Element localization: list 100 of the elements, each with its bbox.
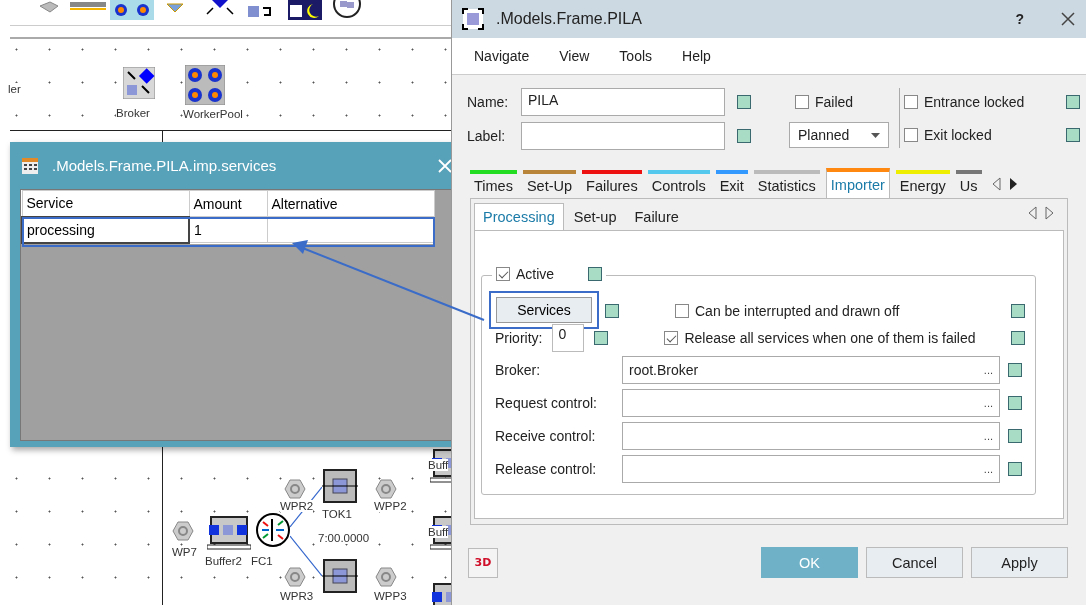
inherit-toggle[interactable]	[1008, 462, 1022, 476]
arrows-icon[interactable]	[205, 0, 235, 16]
menu-item[interactable]: Help	[670, 48, 723, 64]
object-label: WPR3	[280, 590, 314, 602]
reference-field[interactable]: ...	[622, 455, 1000, 483]
inherit-toggle[interactable]	[1011, 304, 1025, 318]
scroll-left-icon[interactable]	[1028, 206, 1037, 220]
reference-field[interactable]: ...	[622, 422, 1000, 450]
checkbox-label: Can be interrupted and drawn off	[695, 303, 900, 319]
worker-pick-icon	[375, 478, 397, 500]
broker-icon	[123, 67, 155, 99]
browse-button[interactable]: ...	[983, 397, 993, 409]
worker-pool-icon[interactable]	[110, 0, 154, 20]
field-label: Name:	[467, 94, 510, 111]
menu-item[interactable]: Tools	[607, 48, 665, 64]
field-label: Label:	[467, 127, 507, 144]
worker-pool-icon	[185, 65, 225, 105]
checkbox[interactable]	[904, 128, 918, 142]
checkbox-label: Exit locked	[924, 127, 992, 143]
inherit-toggle[interactable]	[737, 95, 751, 110]
checkbox[interactable]	[904, 95, 918, 109]
inherit-toggle[interactable]	[1008, 396, 1022, 410]
field-label: Broker:	[495, 362, 542, 378]
priority-field[interactable]: 0	[552, 324, 585, 352]
field-label: Priority:	[495, 330, 543, 346]
help-button[interactable]: ?	[1015, 11, 1024, 27]
checkbox[interactable]	[496, 267, 510, 281]
subtab[interactable]: Set-up	[565, 204, 625, 230]
object-label: TOK1	[322, 508, 352, 520]
column-header[interactable]: Amount	[189, 190, 267, 217]
scroll-left-icon[interactable]	[991, 177, 1001, 191]
station-icon	[322, 468, 358, 504]
worker-pick-icon	[375, 566, 397, 588]
object-label: WorkerPool	[183, 108, 243, 120]
checkbox[interactable]	[795, 95, 809, 109]
station-icon	[322, 558, 358, 594]
field-label: Request control:	[495, 395, 598, 411]
inherit-toggle[interactable]	[1066, 95, 1080, 109]
inherit-toggle[interactable]	[1008, 429, 1022, 443]
square-icon[interactable]	[248, 4, 272, 19]
window-title: .Models.Frame.PILA	[496, 10, 643, 28]
checkbox-label: Failed	[815, 94, 854, 110]
bar-icon[interactable]	[70, 0, 106, 12]
menu-item[interactable]: Navigate	[462, 48, 542, 64]
inherit-toggle[interactable]	[1008, 363, 1022, 377]
checkbox-label: Active	[516, 266, 555, 282]
table-icon	[22, 157, 38, 174]
status-dropdown[interactable]: Planned	[789, 122, 889, 148]
buffer-icon	[430, 582, 452, 605]
object-label: Buffer2	[205, 555, 242, 567]
browse-button[interactable]: ...	[983, 430, 993, 442]
browse-button[interactable]: ...	[983, 463, 993, 475]
label-field[interactable]	[521, 121, 725, 150]
inherit-toggle[interactable]	[605, 304, 619, 318]
object-label: Buff	[428, 459, 449, 471]
object-label: WP7	[172, 546, 197, 558]
tab[interactable]: Importer	[825, 168, 890, 198]
worker-return-icon	[284, 566, 306, 588]
name-field[interactable]: PILA	[521, 88, 725, 117]
source-icon	[172, 520, 194, 542]
field-label: Receive control:	[495, 428, 597, 444]
column-header[interactable]: Service	[22, 190, 189, 217]
inherit-toggle[interactable]	[1011, 331, 1025, 345]
window-title: .Models.Frame.PILA.imp.services	[52, 157, 278, 174]
object-label: WPP2	[374, 500, 407, 512]
table-cell: processing	[22, 216, 189, 243]
inherit-toggle[interactable]	[737, 128, 751, 143]
dialog-button[interactable]: Apply	[971, 547, 1068, 578]
reference-field[interactable]: root.Broker ...	[622, 356, 1000, 384]
frame-icon	[462, 8, 484, 30]
table-cell: 1	[189, 216, 267, 243]
subtab[interactable]: Processing	[474, 203, 564, 230]
object-label: FC1	[251, 555, 273, 567]
caret-icon	[871, 132, 880, 138]
inherit-toggle[interactable]	[588, 267, 603, 281]
object-label: Buff	[428, 526, 449, 538]
3d-button[interactable]: 3D	[468, 547, 498, 578]
services-button[interactable]: Services	[496, 297, 592, 323]
inherit-toggle[interactable]	[594, 331, 609, 345]
checkbox-label: Release all services when one of them is failed	[684, 330, 976, 346]
subtab[interactable]: Failure	[626, 204, 687, 230]
field-label: Release control:	[495, 461, 598, 477]
checkbox-label: Entrance locked	[924, 94, 1025, 110]
dialog-button[interactable]: Cancel	[866, 547, 963, 578]
object-label: WPR2	[280, 500, 314, 512]
browse-button[interactable]: ...	[983, 364, 993, 376]
checkbox[interactable]	[675, 304, 689, 318]
checkbox[interactable]	[664, 331, 679, 345]
buffer-icon	[207, 515, 251, 550]
scroll-right-icon[interactable]	[1008, 177, 1018, 191]
reference-field[interactable]: ...	[622, 389, 1000, 417]
flow-control-icon	[256, 513, 290, 547]
calendar-icon[interactable]	[288, 0, 322, 20]
object-label: WPP3	[374, 590, 407, 602]
inherit-toggle[interactable]	[1066, 128, 1080, 142]
object-label: 7:00.0000	[318, 532, 370, 544]
column-header[interactable]: Alternative	[267, 190, 434, 217]
menu-item[interactable]: View	[547, 48, 602, 64]
worker-return-icon	[284, 478, 306, 500]
close-icon[interactable]	[1060, 11, 1076, 27]
